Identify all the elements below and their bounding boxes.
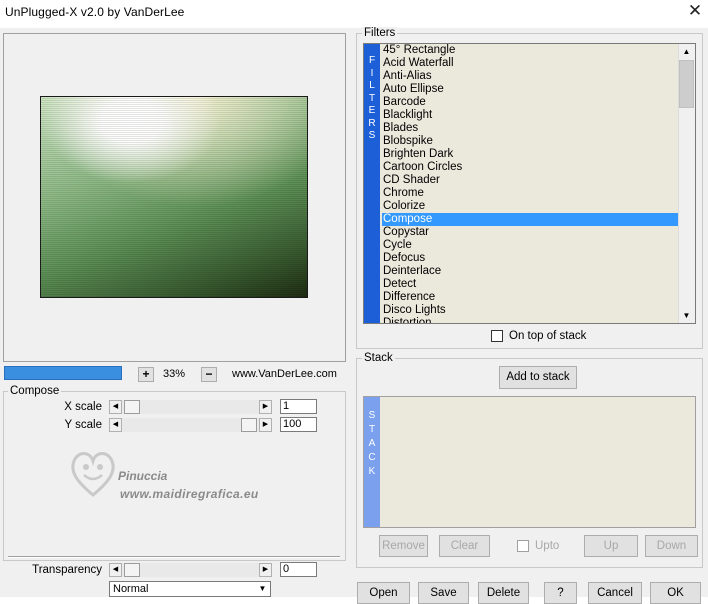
arrow-down-icon[interactable]: ▼ bbox=[679, 308, 694, 323]
x-scale-label: X scale bbox=[64, 401, 102, 413]
scrollbar-thumb[interactable] bbox=[679, 60, 694, 108]
stack-strip: STACK bbox=[364, 397, 380, 527]
filter-item[interactable]: Copystar bbox=[382, 226, 678, 239]
blend-mode-select[interactable]: Normal bbox=[109, 581, 271, 597]
delete-button[interactable]: Delete bbox=[478, 582, 529, 604]
arrow-up-icon[interactable]: ▲ bbox=[679, 44, 694, 59]
filter-item[interactable]: Colorize bbox=[382, 200, 678, 213]
stack-listbox[interactable] bbox=[363, 396, 696, 528]
strip-letter: C bbox=[368, 452, 376, 463]
chevron-down-icon[interactable]: ▼ bbox=[255, 582, 270, 596]
filter-item[interactable]: Blades bbox=[382, 122, 678, 135]
clear-button[interactable]: Clear bbox=[439, 535, 490, 557]
upto-label: Upto bbox=[535, 540, 560, 552]
filter-item[interactable]: Brighten Dark bbox=[382, 148, 678, 161]
open-button[interactable]: Open bbox=[357, 582, 410, 604]
up-button[interactable]: Up bbox=[584, 535, 638, 557]
filter-item[interactable]: Difference bbox=[382, 291, 678, 304]
y-scale-thumb[interactable] bbox=[241, 418, 257, 432]
filter-item[interactable]: Deinterlace bbox=[382, 265, 678, 278]
transparency-value[interactable]: 0 bbox=[280, 562, 317, 577]
filter-item[interactable]: Compose bbox=[382, 213, 678, 226]
x-scale-thumb[interactable] bbox=[124, 400, 140, 414]
watermark-logo bbox=[71, 452, 115, 497]
on-top-checkbox[interactable] bbox=[491, 330, 503, 342]
strip-letter: R bbox=[368, 117, 376, 129]
filter-item[interactable]: Distortion bbox=[382, 317, 678, 323]
strip-letter: S bbox=[368, 130, 376, 141]
transparency-label: Transparency bbox=[32, 564, 102, 576]
filter-item[interactable]: 45° Rectangle bbox=[382, 44, 678, 57]
divider bbox=[8, 556, 340, 558]
filter-item[interactable]: Auto Ellipse bbox=[382, 83, 678, 96]
filter-item[interactable]: Defocus bbox=[382, 252, 678, 265]
filter-item[interactable]: Anti-Alias bbox=[382, 70, 678, 83]
filters-strip: FILTERS bbox=[364, 44, 380, 323]
add-to-stack-button[interactable]: Add to stack bbox=[499, 366, 577, 389]
cancel-button[interactable]: Cancel bbox=[588, 582, 642, 604]
preview-image bbox=[40, 96, 308, 298]
strip-letter: F bbox=[368, 55, 376, 66]
filter-item[interactable]: CD Shader bbox=[382, 174, 678, 187]
filter-item[interactable]: Chrome bbox=[382, 187, 678, 200]
zoom-progress-bar bbox=[4, 366, 122, 380]
zoom-value: 33% bbox=[163, 368, 186, 380]
compose-group-title: Compose bbox=[8, 385, 62, 397]
strip-letter: S bbox=[368, 410, 376, 421]
watermark-url: www.maidiregrafica.eu bbox=[120, 487, 259, 501]
help-button[interactable]: ? bbox=[544, 582, 577, 604]
strip-letter: T bbox=[368, 92, 376, 104]
strip-letter: T bbox=[368, 424, 376, 435]
strip-letter: E bbox=[368, 105, 376, 116]
zoom-in-button[interactable]: + bbox=[138, 367, 154, 382]
y-scale-value[interactable]: 100 bbox=[280, 417, 317, 432]
filter-item[interactable]: Blobspike bbox=[382, 135, 678, 148]
filters-list: 45° Rectangle Acid Waterfall Anti-Alias Aut… bbox=[382, 44, 678, 323]
window-title: UnPlugged-X v2.0 by VanDerLee bbox=[5, 5, 185, 19]
filter-item[interactable]: Barcode bbox=[382, 96, 678, 109]
arrow-left-icon[interactable]: ◀ bbox=[109, 563, 122, 577]
strip-letter: A bbox=[368, 438, 376, 449]
transparency-thumb[interactable] bbox=[124, 563, 140, 577]
filter-item[interactable]: Cycle bbox=[382, 239, 678, 252]
filter-item[interactable]: Blacklight bbox=[382, 109, 678, 122]
on-top-label: On top of stack bbox=[509, 330, 587, 342]
down-button[interactable]: Down bbox=[645, 535, 698, 557]
filter-item[interactable]: Acid Waterfall bbox=[382, 57, 678, 70]
y-scale-label: Y scale bbox=[64, 419, 102, 431]
strip-letter: L bbox=[369, 80, 375, 91]
arrow-right-icon[interactable]: ▶ bbox=[259, 563, 272, 577]
remove-button[interactable]: Remove bbox=[379, 535, 428, 557]
filters-group-title: Filters bbox=[362, 27, 398, 39]
arrow-left-icon[interactable]: ◀ bbox=[109, 400, 122, 414]
website-link[interactable]: www.VanDerLee.com bbox=[232, 368, 337, 380]
save-button[interactable]: Save bbox=[418, 582, 469, 604]
filters-listbox[interactable]: 45° Rectangle Acid Waterfall Anti-Alias Aut… bbox=[363, 43, 696, 324]
arrow-right-icon[interactable]: ▶ bbox=[259, 400, 272, 414]
filter-item[interactable]: Cartoon Circles bbox=[382, 161, 678, 174]
ok-button[interactable]: OK bbox=[650, 582, 701, 604]
x-scale-value[interactable]: 1 bbox=[280, 399, 317, 414]
filter-item[interactable]: Disco Lights bbox=[382, 304, 678, 317]
watermark-name: Pinuccia bbox=[118, 469, 168, 483]
strip-letter: I bbox=[370, 67, 374, 79]
zoom-out-button[interactable]: − bbox=[201, 367, 217, 382]
stack-group-title: Stack bbox=[362, 352, 395, 364]
close-icon[interactable]: ✕ bbox=[685, 1, 705, 21]
arrow-left-icon[interactable]: ◀ bbox=[109, 418, 122, 432]
arrow-right-icon[interactable]: ▶ bbox=[259, 418, 272, 432]
strip-letter: K bbox=[368, 466, 376, 477]
filter-item[interactable]: Detect bbox=[382, 278, 678, 291]
upto-checkbox[interactable] bbox=[517, 540, 529, 552]
